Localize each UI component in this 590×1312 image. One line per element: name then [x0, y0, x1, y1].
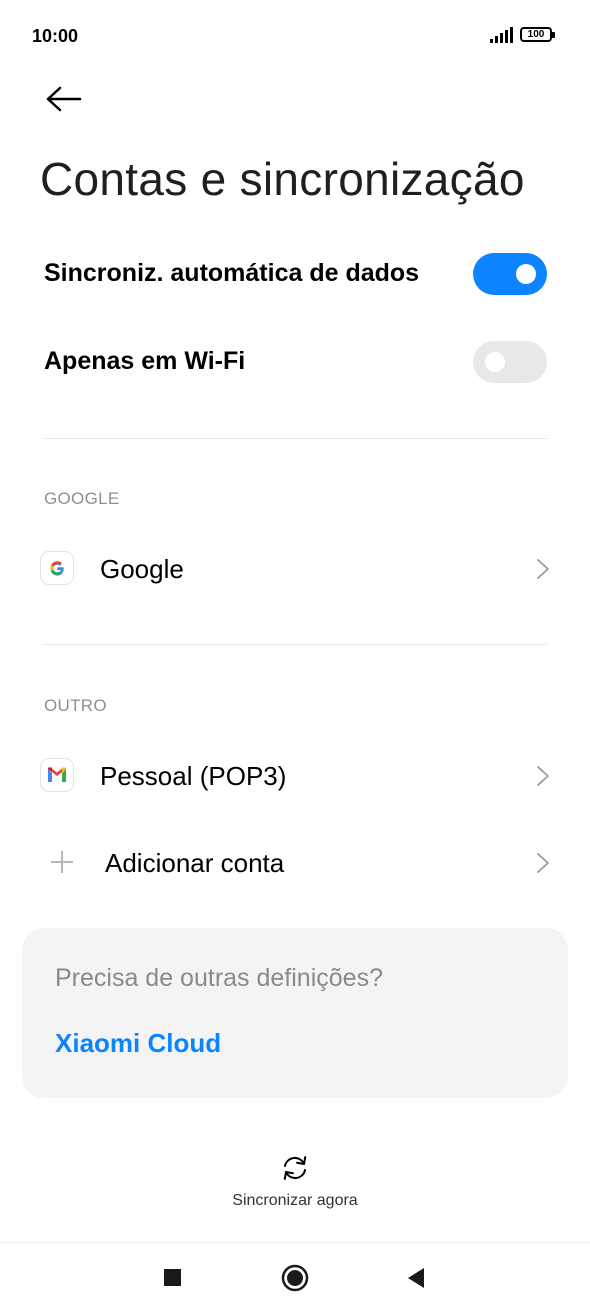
info-card: Precisa de outras definições? Xiaomi Clo… — [22, 928, 568, 1098]
sync-now-button[interactable]: Sincronizar agora — [195, 1150, 395, 1220]
wifi-only-toggle[interactable] — [473, 341, 547, 383]
screen: 10:00 100 Contas e sincronização Sincron… — [0, 0, 590, 1312]
sync-now-label: Sincronizar agora — [232, 1192, 358, 1209]
signal-icon — [490, 27, 513, 43]
sync-icon — [283, 1156, 307, 1180]
card-question: Precisa de outras definições? — [55, 964, 383, 992]
divider — [44, 644, 547, 645]
battery-icon: 100 — [520, 27, 555, 42]
page-title: Contas e sincronização — [40, 153, 525, 205]
add-account-row[interactable]: Adicionar conta — [0, 828, 590, 898]
wifi-only-label: Apenas em Wi-Fi — [44, 347, 246, 375]
auto-sync-toggle[interactable] — [473, 253, 547, 295]
recents-icon[interactable] — [158, 1263, 188, 1293]
xiaomi-cloud-link[interactable]: Xiaomi Cloud — [55, 1028, 221, 1059]
chevron-right-icon — [537, 559, 549, 579]
navigation-bar — [0, 1242, 590, 1312]
back-arrow-icon[interactable] — [44, 84, 82, 114]
divider — [44, 438, 547, 439]
chevron-right-icon — [537, 853, 549, 873]
gmail-icon — [40, 758, 74, 792]
status-time: 10:00 — [32, 26, 79, 46]
section-header-other: OUTRO — [44, 696, 107, 715]
section-header-google: GOOGLE — [44, 489, 120, 508]
auto-sync-label: Sincroniz. automática de dados — [44, 259, 420, 287]
home-icon[interactable] — [280, 1263, 310, 1293]
chevron-right-icon — [537, 766, 549, 786]
google-icon — [40, 551, 74, 585]
toggle-knob — [516, 264, 536, 284]
add-account-label: Adicionar conta — [105, 848, 285, 878]
account-row-google[interactable]: Google — [0, 534, 590, 604]
account-label-pop3: Pessoal (POP3) — [100, 761, 287, 791]
back-icon[interactable] — [402, 1263, 432, 1293]
toggle-knob — [485, 352, 505, 372]
account-label-google: Google — [100, 554, 184, 584]
account-row-pop3[interactable]: Pessoal (POP3) — [0, 741, 590, 811]
plus-icon — [51, 851, 73, 873]
